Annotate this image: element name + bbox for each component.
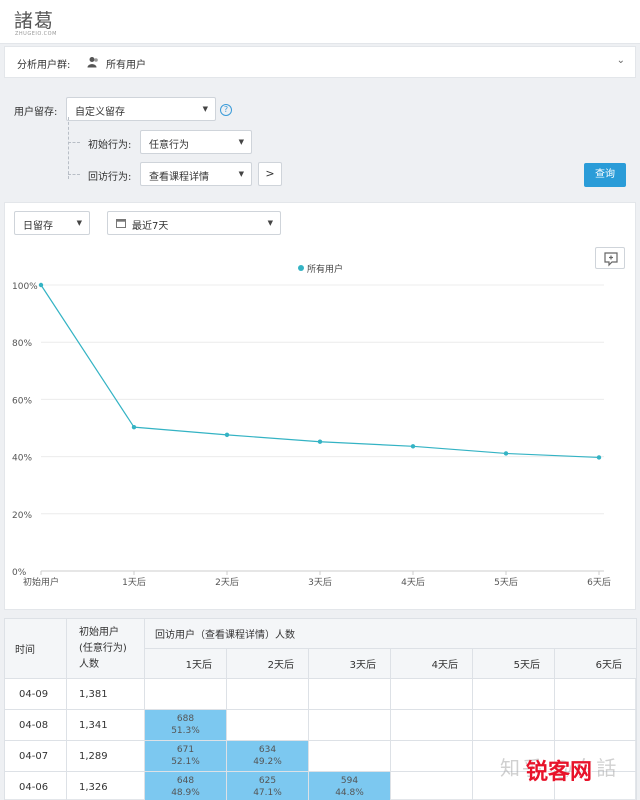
- row-initial-users: 1,381: [66, 678, 145, 710]
- return-behavior-select[interactable]: 查看课程详情 ▼: [140, 162, 252, 186]
- caret-down-icon: ▼: [202, 105, 208, 113]
- header-day: 3天后: [308, 648, 391, 679]
- return-behavior-value: 查看课程详情: [149, 172, 209, 183]
- header-day: 2天后: [226, 648, 309, 679]
- app-logo[interactable]: 諸葛: [14, 6, 54, 33]
- row-date: 04-09: [4, 678, 67, 710]
- retention-cell: [226, 709, 309, 741]
- initial-behavior-label: 初始行为:: [88, 140, 132, 151]
- granularity-select[interactable]: 日留存 ▼: [14, 211, 90, 235]
- retention-cell: [554, 678, 637, 710]
- data-point: [596, 455, 602, 460]
- retention-cell: [472, 678, 555, 710]
- legend-marker: [298, 265, 304, 271]
- next-arrow-button[interactable]: >: [258, 162, 282, 186]
- tree-connector: [68, 117, 69, 179]
- retention-cell: [308, 678, 391, 710]
- header-day: 5天后: [472, 648, 555, 679]
- granularity-value: 日留存: [23, 221, 53, 232]
- y-tick-label: 60%: [12, 396, 32, 406]
- tree-connector: [68, 142, 80, 143]
- segment-label: 分析用户群:: [17, 60, 71, 71]
- initial-behavior-value: 任意行为: [149, 140, 189, 151]
- caret-down-icon: ▼: [76, 219, 82, 227]
- data-point: [410, 444, 416, 449]
- data-point: [131, 424, 137, 430]
- segment-value: 所有用户: [106, 60, 146, 71]
- x-tick-label: 2天后: [215, 577, 239, 588]
- help-icon[interactable]: ?: [220, 104, 232, 116]
- data-point: [317, 439, 323, 444]
- retention-cell: [554, 709, 637, 741]
- row-initial-users: 1,289: [66, 740, 145, 772]
- tree-connector: [68, 174, 80, 175]
- header-day: 1天后: [144, 648, 227, 679]
- row-initial-users: 1,326: [66, 771, 145, 800]
- retention-cell[interactable]: 688 51.3%: [144, 709, 227, 741]
- x-tick-label: 3天后: [308, 577, 332, 588]
- x-tick-label: 5天后: [494, 577, 518, 588]
- watermark-logo: 锐客网: [526, 760, 593, 785]
- retention-cell: [390, 740, 473, 772]
- series-line: [40, 284, 600, 459]
- header-day: 4天后: [390, 648, 473, 679]
- caret-down-icon: ▼: [267, 219, 273, 227]
- retention-cell[interactable]: 594 44.8%: [308, 771, 391, 800]
- caret-down-icon: ▼: [238, 138, 244, 146]
- header-return-users: 回访用户（查看课程详情）人数: [144, 618, 637, 649]
- app-logo-subtitle: ZHUGEIO.COM: [15, 31, 57, 37]
- header-initial-users: 初始用户 (任意行为) 人数: [66, 618, 145, 679]
- y-tick-label: 40%: [12, 454, 32, 464]
- legend-label: 所有用户: [307, 263, 343, 275]
- x-tick-label: 4天后: [401, 577, 425, 588]
- retention-cell: [390, 771, 473, 800]
- chevron-down-icon: ⌄: [616, 55, 625, 66]
- retention-cell[interactable]: 634 49.2%: [226, 740, 309, 772]
- x-tick-label: 初始用户: [23, 576, 59, 588]
- y-tick-label: 0%: [12, 568, 27, 578]
- top-bar: 諸葛 ZHUGEIO.COM: [0, 0, 640, 44]
- row-date: 04-07: [4, 740, 67, 772]
- header-initial-users-text: 初始用户 (任意行为) 人数: [79, 626, 127, 670]
- retention-type-select[interactable]: 自定义留存 ▼: [66, 97, 216, 121]
- date-range-select[interactable]: 最近7天 ▼: [107, 211, 281, 235]
- x-tick-label: 6天后: [587, 577, 611, 588]
- header-date: 时间: [4, 618, 67, 679]
- date-range-value: 最近7天: [132, 221, 169, 232]
- retention-cell: [390, 678, 473, 710]
- caret-down-icon: ▼: [238, 170, 244, 178]
- initial-behavior-select[interactable]: 任意行为 ▼: [140, 130, 252, 154]
- y-tick-label: 20%: [12, 511, 32, 521]
- retention-cell: [390, 709, 473, 741]
- user-group-icon: [87, 57, 98, 68]
- header-day: 6天后: [554, 648, 637, 679]
- query-button[interactable]: 查询: [584, 163, 626, 187]
- y-tick-label: 100%: [12, 282, 38, 292]
- data-point: [224, 432, 230, 438]
- y-tick-label: 80%: [12, 339, 32, 349]
- row-date: 04-06: [4, 771, 67, 800]
- retention-cell: [226, 678, 309, 710]
- retention-cell: [308, 740, 391, 772]
- retention-cell[interactable]: 671 52.1%: [144, 740, 227, 772]
- data-point: [38, 282, 44, 288]
- row-initial-users: 1,341: [66, 709, 145, 741]
- retention-cell: [308, 709, 391, 741]
- retention-cell[interactable]: 625 47.1%: [226, 771, 309, 800]
- data-point: [503, 451, 509, 456]
- table-row[interactable]: 04-08 1,341 688 51.3%: [4, 709, 637, 741]
- user-segment-selector[interactable]: 分析用户群: 所有用户 ⌄: [4, 46, 636, 78]
- table-row[interactable]: 04-09 1,381: [4, 678, 637, 710]
- retention-cell: [472, 709, 555, 741]
- retention-type-label: 用户留存:: [14, 107, 58, 118]
- return-behavior-label: 回访行为:: [88, 172, 132, 183]
- retention-cell[interactable]: 648 48.9%: [144, 771, 227, 800]
- x-tick-label: 1天后: [122, 577, 146, 588]
- retention-type-value: 自定义留存: [75, 107, 125, 118]
- calendar-icon: [116, 219, 126, 228]
- row-date: 04-08: [4, 709, 67, 741]
- retention-line-chart: 所有用户 0% 20% 40% 60% 80% 100% 初始用户 1天后 2天后 3天后 4天后 5天…: [12, 263, 611, 588]
- retention-cell: [144, 678, 227, 710]
